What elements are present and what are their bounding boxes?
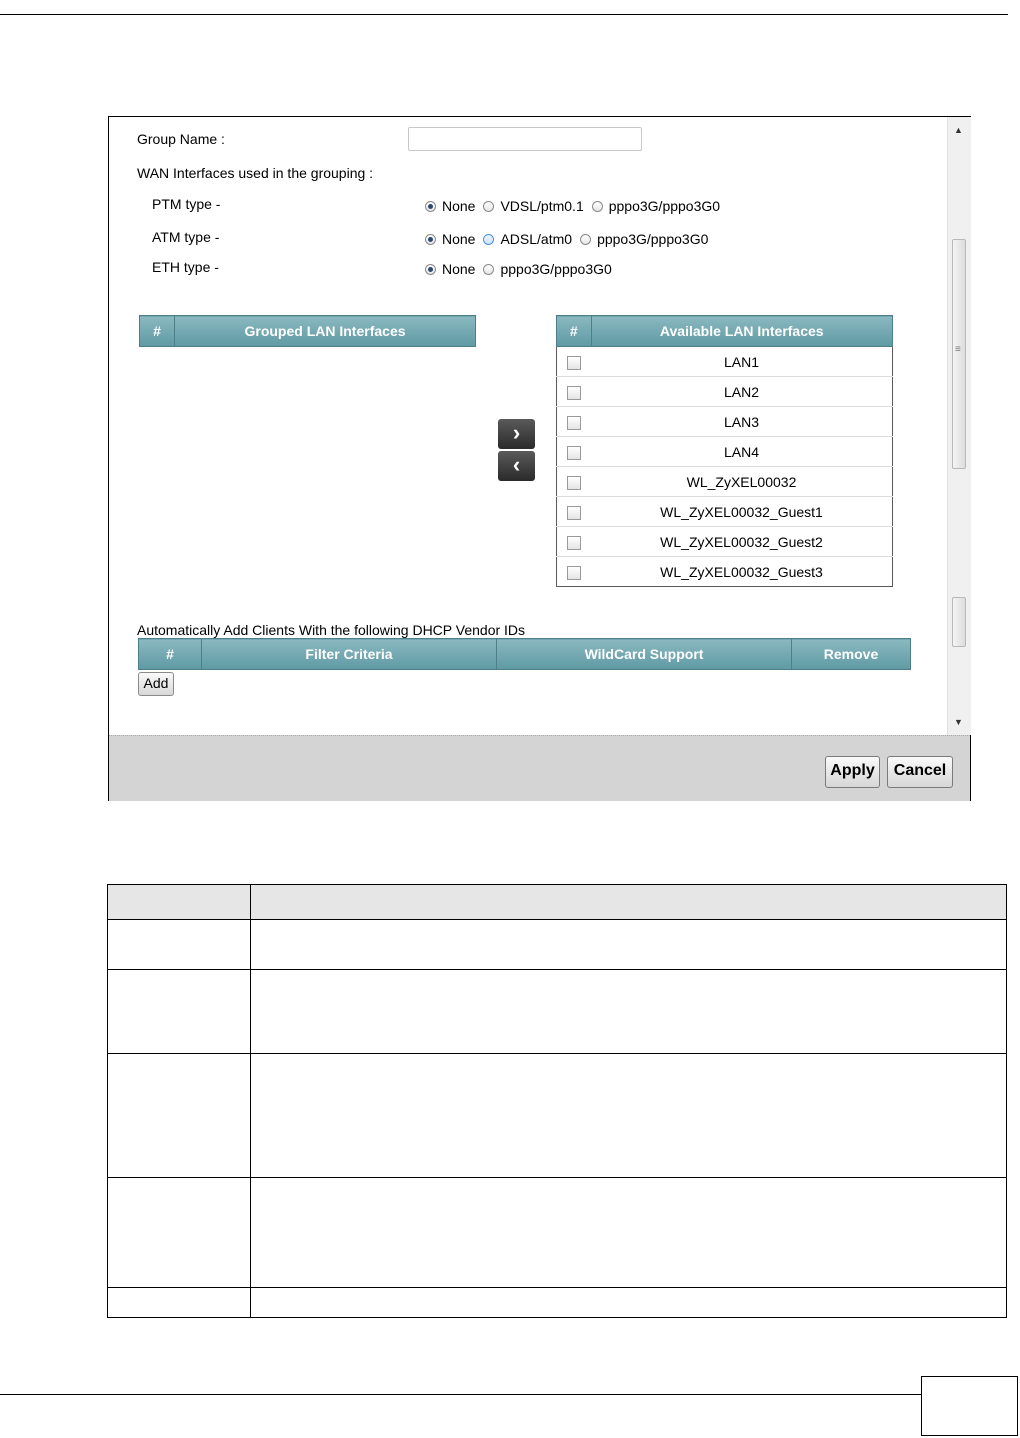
desc-cell: [250, 1287, 1007, 1318]
apply-button[interactable]: Apply: [825, 756, 880, 788]
wl-guest1-checkbox[interactable]: [567, 505, 581, 520]
ptm-none-radio[interactable]: [425, 200, 436, 212]
desc-cell: [107, 1287, 251, 1318]
atm-type-label: ATM type -: [152, 229, 220, 245]
wl-zyxel00032-checkbox[interactable]: [567, 475, 581, 490]
available-interfaces-header: Available LAN Interfaces: [590, 315, 893, 347]
desc-cell: [250, 969, 1007, 1054]
eth-pppo3g-radio[interactable]: [483, 263, 495, 275]
interface-name: WL_ZyXEL00032_Guest2: [591, 526, 893, 557]
scrollbar-thumb-secondary[interactable]: [952, 597, 966, 647]
table-row: WL_ZyXEL00032_Guest2: [556, 526, 893, 557]
filter-criteria-header: Filter Criteria: [201, 638, 497, 670]
atm-none-label: None: [442, 231, 476, 247]
wl-guest2-checkbox[interactable]: [567, 535, 581, 550]
atm-adsl-radio[interactable]: [483, 233, 495, 245]
desc-cell: [107, 969, 251, 1054]
interface-name: LAN4: [591, 436, 893, 467]
cancel-button[interactable]: Cancel: [887, 756, 953, 788]
desc-cell: [107, 919, 251, 970]
desc-cell: [250, 1053, 1007, 1178]
eth-pppo3g-label: pppo3G/pppo3G0: [500, 261, 612, 277]
lan3-checkbox[interactable]: [567, 415, 581, 430]
table-row: LAN4: [556, 436, 893, 467]
vendor-heading: Automatically Add Clients With the follo…: [137, 622, 526, 638]
scroll-down-icon[interactable]: ▼: [954, 717, 963, 727]
footer-bar: Apply Cancel: [109, 735, 970, 801]
available-lan-table: # Available LAN Interfaces LAN1 LAN2 LAN…: [556, 315, 893, 587]
ptm-vdsl-label: VDSL/ptm0.1: [500, 198, 584, 214]
atm-none-radio[interactable]: [425, 233, 436, 245]
table-row: LAN3: [556, 406, 893, 437]
vendor-id-table: # Filter Criteria WildCard Support Remov…: [138, 638, 911, 670]
chevron-right-icon: ›: [512, 420, 521, 445]
grouped-lan-table: # Grouped LAN Interfaces: [139, 315, 476, 347]
eth-none-radio[interactable]: [425, 263, 436, 275]
interface-name: LAN1: [591, 346, 893, 377]
desc-cell: [107, 1053, 251, 1178]
ptm-radio-group: None VDSL/ptm0.1 pppo3G/pppo3G0: [425, 198, 728, 214]
interface-name: WL_ZyXEL00032_Guest3: [591, 556, 893, 587]
ptm-pppo3g-radio[interactable]: [591, 200, 603, 212]
atm-radio-group: None ADSL/atm0 pppo3G/pppo3G0: [425, 231, 716, 247]
interface-name: LAN2: [591, 376, 893, 407]
interface-name: WL_ZyXEL00032: [591, 466, 893, 497]
move-left-button[interactable]: ‹: [498, 451, 535, 481]
vendor-index-header: #: [138, 638, 202, 670]
scroll-up-icon[interactable]: ▲: [954, 125, 963, 135]
wl-guest3-checkbox[interactable]: [567, 565, 581, 580]
interface-name: LAN3: [591, 406, 893, 437]
lan4-checkbox[interactable]: [567, 445, 581, 460]
desc-cell: [250, 1177, 1007, 1288]
table-row: WL_ZyXEL00032: [556, 466, 893, 497]
grouped-index-header: #: [139, 315, 175, 347]
page-header-rule: [0, 14, 1008, 15]
form-area: Group Name : WAN Interfaces used in the …: [109, 117, 947, 735]
ptm-vdsl-radio[interactable]: [483, 200, 495, 212]
ptm-none-label: None: [442, 198, 476, 214]
grouped-interfaces-header: Grouped LAN Interfaces: [174, 315, 476, 347]
group-edit-window: Group Name : WAN Interfaces used in the …: [108, 116, 971, 801]
desc-header-description: [250, 884, 1007, 920]
add-vendor-button[interactable]: Add: [138, 672, 174, 696]
eth-type-label: ETH type -: [152, 259, 219, 275]
move-right-button[interactable]: ›: [498, 419, 535, 449]
wan-heading: WAN Interfaces used in the grouping :: [137, 165, 374, 181]
atm-pppo3g-radio[interactable]: [580, 233, 592, 245]
atm-adsl-label: ADSL/atm0: [500, 231, 573, 247]
scrollbar-thumb[interactable]: ≡: [952, 239, 966, 469]
page-number-box: [921, 1376, 1018, 1436]
interface-name: WL_ZyXEL00032_Guest1: [591, 496, 893, 527]
table-row: WL_ZyXEL00032_Guest1: [556, 496, 893, 527]
desc-header-label: [107, 884, 251, 920]
table-row: LAN1: [556, 346, 893, 377]
eth-radio-group: None pppo3G/pppo3G0: [425, 261, 620, 277]
field-description-table: [107, 884, 1007, 1318]
table-row: WL_ZyXEL00032_Guest3: [556, 556, 893, 587]
wildcard-support-header: WildCard Support: [496, 638, 792, 670]
group-name-label: Group Name :: [137, 131, 225, 147]
available-index-header: #: [556, 315, 592, 347]
ptm-pppo3g-label: pppo3G/pppo3G0: [608, 198, 721, 214]
group-name-input[interactable]: [408, 127, 642, 151]
eth-none-label: None: [442, 261, 476, 277]
desc-cell: [107, 1177, 251, 1288]
table-row: LAN2: [556, 376, 893, 407]
vertical-scrollbar[interactable]: ▲ ≡ ▼: [947, 117, 971, 735]
lan2-checkbox[interactable]: [567, 385, 581, 400]
atm-pppo3g-label: pppo3G/pppo3G0: [597, 231, 709, 247]
desc-cell: [250, 919, 1007, 970]
chevron-left-icon: ‹: [512, 452, 521, 477]
lan1-checkbox[interactable]: [567, 355, 581, 370]
remove-header: Remove: [791, 638, 911, 670]
grip-icon: ≡: [955, 344, 961, 355]
ptm-type-label: PTM type -: [152, 196, 221, 212]
page-footer-rule: [0, 1394, 922, 1395]
